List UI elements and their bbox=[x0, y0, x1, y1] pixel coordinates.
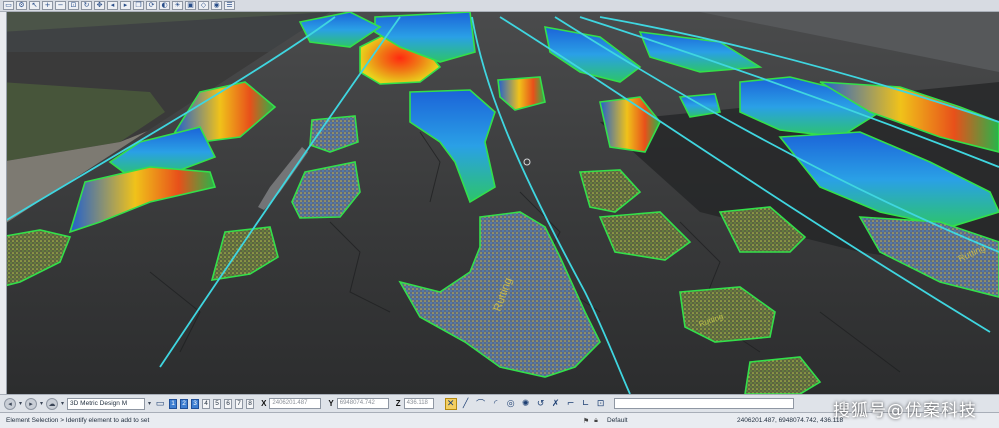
angle-tool-icon[interactable]: ∟ bbox=[580, 398, 592, 410]
clip-volume-icon[interactable]: ▣ bbox=[185, 1, 196, 10]
flag-icon: ⚑ bbox=[582, 416, 590, 425]
view-button-1[interactable]: 1 bbox=[169, 398, 178, 409]
chevron-down-icon[interactable]: ▾ bbox=[19, 400, 22, 407]
toggle-3d-icon[interactable]: ◇ bbox=[198, 1, 209, 10]
active-level[interactable]: Default bbox=[607, 417, 727, 424]
view-next-icon[interactable]: ▸ bbox=[120, 1, 131, 10]
cloud-icon[interactable]: ☁ bbox=[46, 397, 59, 410]
watermark: 搜狐号@优案科技 bbox=[833, 401, 977, 421]
zoom-out-icon[interactable]: − bbox=[55, 1, 66, 10]
view-previous-icon[interactable]: ◂ bbox=[107, 1, 118, 10]
window-menu-icon[interactable]: ▭ bbox=[3, 1, 14, 10]
back-icon[interactable]: ◂ bbox=[4, 397, 16, 410]
element-select-icon[interactable]: ↖ bbox=[29, 1, 40, 10]
line-tool-icon[interactable]: ╱ bbox=[460, 398, 472, 410]
view-button-7[interactable]: 7 bbox=[235, 398, 244, 409]
z-coordinate-field[interactable]: 436.118 bbox=[403, 398, 434, 409]
x-label: X bbox=[261, 399, 267, 408]
view-button-6[interactable]: 6 bbox=[224, 398, 233, 409]
pan-icon[interactable]: ✥ bbox=[94, 1, 105, 10]
zoom-in-icon[interactable]: + bbox=[42, 1, 53, 10]
viewport-left-border bbox=[0, 12, 7, 394]
views-icon[interactable]: ▭ bbox=[154, 398, 166, 410]
select-tool-icon[interactable]: ✕ bbox=[444, 397, 457, 410]
render-icon[interactable]: ☀ bbox=[172, 1, 183, 10]
rotate-tool-icon[interactable]: ↺ bbox=[535, 398, 547, 410]
model-select[interactable]: 3D Metric Design M bbox=[67, 397, 146, 410]
lock-icon[interactable]: 🔒︎ bbox=[591, 416, 601, 425]
chevron-down-icon[interactable]: ▾ bbox=[148, 400, 151, 407]
camera-icon[interactable]: ◉ bbox=[211, 1, 222, 10]
arc-tool-icon[interactable]: ◜ bbox=[490, 398, 502, 410]
y-label: Y bbox=[328, 399, 334, 408]
main-toolbar: ▭ ⚙ ↖ + − ⊡ ↻ ✥ ◂ ▸ ❐ ⟳ ◐ ☀ ▣ ◇ ◉ ☰ bbox=[0, 0, 999, 12]
view-button-5[interactable]: 5 bbox=[213, 398, 222, 409]
forward-icon[interactable]: ▸ bbox=[25, 397, 38, 410]
view-attributes-icon[interactable]: ☰ bbox=[224, 1, 235, 10]
chevron-down-icon[interactable]: ▾ bbox=[40, 400, 43, 407]
smartline-tool-icon[interactable]: ⌒ bbox=[475, 398, 487, 410]
update-view-icon[interactable]: ⟳ bbox=[146, 1, 157, 10]
3d-viewport[interactable]: Rutting Rutting Rutting bbox=[0, 12, 999, 394]
y-coordinate-field[interactable]: 6948074.742 bbox=[336, 398, 389, 409]
status-message: Element Selection > Identify element to … bbox=[6, 417, 150, 424]
x-coordinate-field[interactable]: 2406201.487 bbox=[269, 398, 322, 409]
settings-icon[interactable]: ⚙ bbox=[16, 1, 27, 10]
rotate-view-icon[interactable]: ↻ bbox=[81, 1, 92, 10]
snap-tool-icon[interactable]: ⊡ bbox=[595, 398, 607, 410]
display-style-icon[interactable]: ◐ bbox=[159, 1, 170, 10]
chevron-down-icon[interactable]: ▾ bbox=[61, 400, 64, 407]
measure-tool-icon[interactable]: ⌐ bbox=[565, 398, 577, 410]
view-button-2[interactable]: 2 bbox=[180, 398, 189, 409]
view-button-4[interactable]: 4 bbox=[202, 398, 211, 409]
delete-tool-icon[interactable]: ✗ bbox=[550, 398, 562, 410]
circle-tool-icon[interactable]: ◎ bbox=[505, 398, 517, 410]
status-coordinates: 2406201.487, 6948074.742, 436.118 bbox=[737, 417, 844, 424]
sun-tool-icon[interactable]: ✺ bbox=[520, 398, 532, 410]
view-button-8[interactable]: 8 bbox=[246, 398, 255, 409]
command-input[interactable] bbox=[613, 398, 794, 409]
view-button-3[interactable]: 3 bbox=[191, 398, 200, 409]
fit-view-icon[interactable]: ⊡ bbox=[68, 1, 79, 10]
z-label: Z bbox=[395, 399, 401, 408]
copy-view-icon[interactable]: ❐ bbox=[133, 1, 144, 10]
